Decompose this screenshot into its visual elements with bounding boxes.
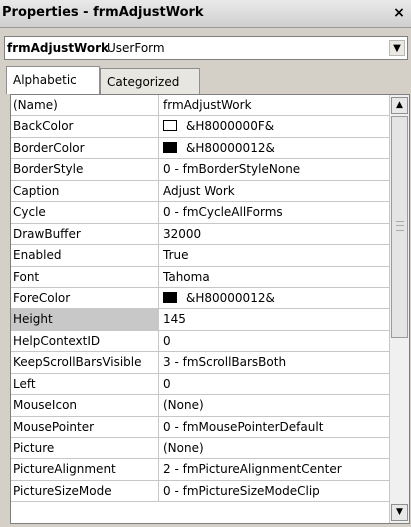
property-value-text: 145 bbox=[163, 312, 186, 327]
property-grid: (Name) frmAdjustWork BackColor &H8000000F& B… bbox=[10, 94, 410, 524]
property-row[interactable]: Picture (None) bbox=[11, 438, 389, 460]
property-value[interactable]: 0 bbox=[159, 374, 389, 394]
property-value[interactable]: 2 - fmPictureAlignmentCenter bbox=[159, 459, 389, 479]
object-name: frmAdjustWork bbox=[7, 41, 110, 55]
property-row[interactable]: MousePointer 0 - fmMousePointerDefault bbox=[11, 416, 389, 438]
chevron-down-icon[interactable]: ▼ bbox=[389, 40, 405, 56]
vertical-scrollbar[interactable]: ▲ ▼ bbox=[389, 95, 409, 523]
property-name[interactable]: KeepScrollBarsVisible bbox=[11, 352, 159, 373]
property-value[interactable]: 145 bbox=[159, 309, 389, 329]
color-swatch-icon bbox=[163, 120, 177, 132]
property-name[interactable]: (Name) bbox=[11, 95, 159, 116]
property-row[interactable]: DrawBuffer 32000 bbox=[11, 223, 389, 246]
property-row[interactable]: KeepScrollBarsVisible 3 - fmScrollBarsBot… bbox=[11, 352, 389, 374]
property-value-text: True bbox=[163, 248, 189, 263]
property-value[interactable]: 0 - fmMousePointerDefault bbox=[159, 417, 389, 437]
property-name[interactable]: MouseIcon bbox=[11, 395, 159, 416]
property-value-text: 0 - fmMousePointerDefault bbox=[163, 419, 324, 434]
property-name[interactable]: Picture bbox=[11, 438, 159, 459]
color-swatch-icon bbox=[163, 291, 177, 303]
property-value-text: &H8000000F& bbox=[186, 119, 275, 134]
property-row[interactable]: Cycle 0 - fmCycleAllForms bbox=[11, 202, 389, 224]
property-name[interactable]: Left bbox=[11, 373, 159, 395]
property-value-text: &H80000012& bbox=[186, 290, 275, 305]
property-name[interactable]: Height bbox=[11, 309, 159, 330]
tab-strip: Alphabetic Categorized bbox=[6, 66, 406, 94]
property-row[interactable]: BorderStyle 0 - fmBorderStyleNone bbox=[11, 159, 389, 181]
property-value[interactable]: 0 - fmPictureSizeModeClip bbox=[159, 481, 389, 501]
property-value-text: 0 bbox=[163, 376, 171, 391]
scroll-thumb[interactable] bbox=[391, 116, 408, 338]
property-row[interactable]: PictureAlignment 2 - fmPictureAlignmentCe… bbox=[11, 459, 389, 481]
property-value-text: Adjust Work bbox=[163, 183, 235, 198]
property-name[interactable]: PictureAlignment bbox=[11, 459, 159, 480]
property-row[interactable]: ForeColor &H80000012& bbox=[11, 287, 389, 310]
property-name[interactable]: MousePointer bbox=[11, 416, 159, 437]
property-rows: (Name) frmAdjustWork BackColor &H8000000F& B… bbox=[11, 95, 389, 503]
property-row[interactable]: Font Tahoma bbox=[11, 266, 389, 288]
tab-categorized[interactable]: Categorized bbox=[100, 68, 200, 94]
property-value[interactable]: 0 - fmBorderStyleNone bbox=[159, 159, 389, 179]
property-value-text: 32000 bbox=[163, 226, 202, 241]
property-name[interactable]: DrawBuffer bbox=[11, 223, 159, 245]
property-name[interactable]: Cycle bbox=[11, 202, 159, 223]
property-row[interactable]: BorderColor &H80000012& bbox=[11, 137, 389, 160]
window-title: Properties - frmAdjustWork bbox=[2, 5, 204, 20]
property-name[interactable]: Enabled bbox=[11, 245, 159, 266]
property-value-text: 2 - fmPictureAlignmentCenter bbox=[163, 462, 342, 477]
property-value[interactable]: frmAdjustWork bbox=[159, 95, 389, 115]
property-value[interactable]: (None) bbox=[159, 395, 389, 415]
title-bar: Properties - frmAdjustWork × bbox=[0, 0, 411, 28]
property-row[interactable]: Enabled True bbox=[11, 245, 389, 267]
scroll-down-button[interactable]: ▼ bbox=[391, 504, 408, 521]
property-row[interactable]: Left 0 bbox=[11, 373, 389, 396]
property-value-text: frmAdjustWork bbox=[163, 98, 252, 112]
property-row[interactable]: Caption Adjust Work bbox=[11, 180, 389, 203]
property-value-text: 3 - fmScrollBarsBoth bbox=[163, 355, 287, 370]
property-name[interactable]: Caption bbox=[11, 180, 159, 202]
property-row[interactable]: MouseIcon (None) bbox=[11, 395, 389, 417]
property-name[interactable]: PictureSizeMode bbox=[11, 480, 159, 502]
property-name[interactable]: ForeColor bbox=[11, 287, 159, 309]
property-name[interactable]: Font bbox=[11, 266, 159, 287]
property-name[interactable]: BackColor bbox=[11, 116, 159, 137]
thumb-grip-icon bbox=[396, 221, 404, 231]
close-icon[interactable]: × bbox=[391, 4, 407, 22]
property-value-text: (None) bbox=[163, 441, 204, 455]
property-value-text: &H80000012& bbox=[186, 140, 275, 155]
property-value[interactable]: Tahoma bbox=[159, 267, 389, 287]
property-name[interactable]: HelpContextID bbox=[11, 330, 159, 352]
property-value-text: 0 bbox=[163, 333, 171, 348]
property-row[interactable]: Height 145 bbox=[11, 309, 389, 331]
property-name[interactable]: BorderStyle bbox=[11, 159, 159, 180]
object-type: UserForm bbox=[107, 41, 165, 55]
property-value[interactable]: &H80000012& bbox=[159, 288, 389, 308]
property-value-text: Tahoma bbox=[163, 269, 210, 284]
property-row[interactable]: (Name) frmAdjustWork bbox=[11, 95, 389, 117]
property-row[interactable]: HelpContextID 0 bbox=[11, 330, 389, 353]
scroll-up-button[interactable]: ▲ bbox=[391, 97, 408, 114]
color-swatch-icon bbox=[163, 141, 177, 153]
property-row[interactable]: PictureSizeMode 0 - fmPictureSizeModeClip bbox=[11, 480, 389, 503]
property-value-text: (None) bbox=[163, 398, 204, 413]
property-value[interactable]: (None) bbox=[159, 438, 389, 458]
property-value[interactable]: &H80000012& bbox=[159, 138, 389, 158]
property-value[interactable]: True bbox=[159, 245, 389, 265]
property-value[interactable]: 32000 bbox=[159, 224, 389, 244]
property-name[interactable]: BorderColor bbox=[11, 137, 159, 159]
tab-alphabetic[interactable]: Alphabetic bbox=[6, 66, 100, 94]
property-value-text: 0 - fmCycleAllForms bbox=[163, 205, 283, 220]
object-selector-dropdown[interactable]: frmAdjustWork UserForm ▼ bbox=[4, 36, 408, 60]
property-value[interactable]: &H8000000F& bbox=[159, 116, 389, 136]
property-value[interactable]: Adjust Work bbox=[159, 181, 389, 201]
property-value[interactable]: 3 - fmScrollBarsBoth bbox=[159, 352, 389, 372]
property-value[interactable]: 0 bbox=[159, 331, 389, 351]
property-value-text: 0 - fmBorderStyleNone bbox=[163, 162, 301, 177]
property-row[interactable]: BackColor &H8000000F& bbox=[11, 116, 389, 138]
property-value-text: 0 - fmPictureSizeModeClip bbox=[163, 483, 320, 498]
property-value[interactable]: 0 - fmCycleAllForms bbox=[159, 202, 389, 222]
